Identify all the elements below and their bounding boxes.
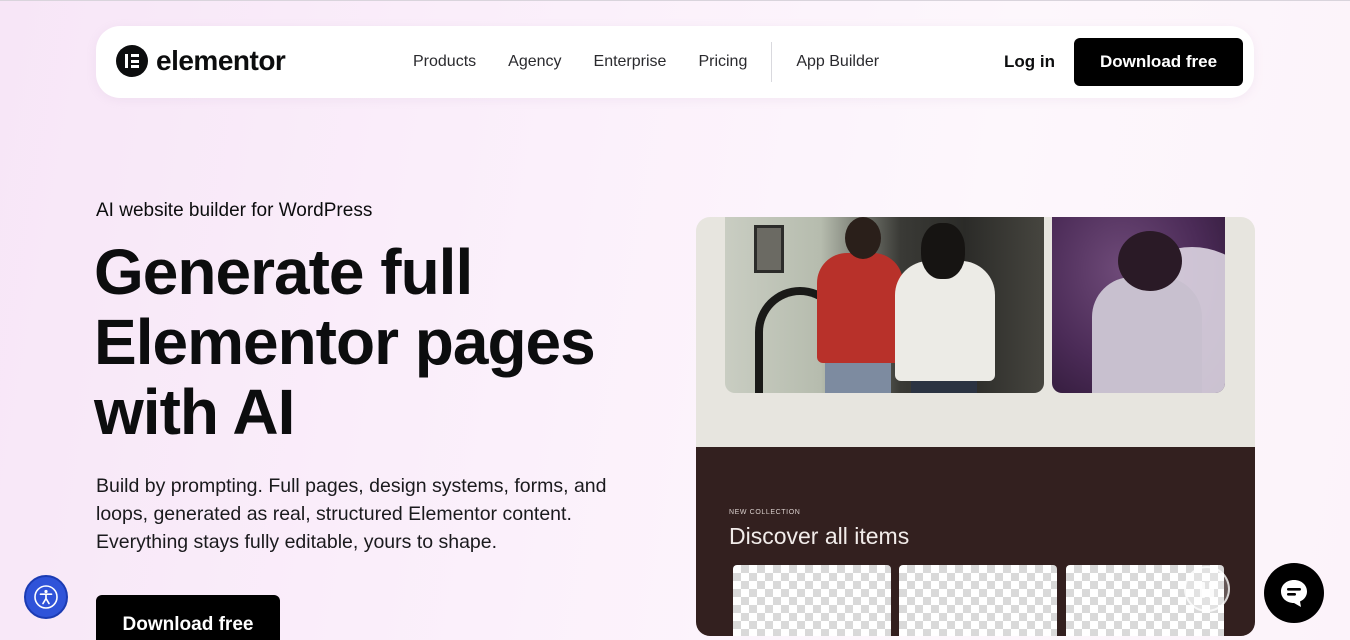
hero-description: Build by prompting. Full pages, design s… [96, 475, 607, 553]
login-link[interactable]: Log in [1004, 52, 1055, 72]
headline-line-3: with AI [94, 376, 295, 448]
nav-link-agency[interactable]: Agency [508, 53, 561, 71]
headline-line-2: Elementor pages [94, 306, 596, 378]
elementor-logo-icon [116, 45, 148, 77]
collection-label: NEW COLLECTION [729, 509, 801, 516]
accessibility-icon[interactable] [24, 575, 68, 619]
elementor-logo[interactable]: elementor [116, 45, 286, 77]
chat-icon[interactable] [1264, 563, 1324, 623]
nav-divider [771, 42, 773, 82]
pause-icon[interactable] [1184, 566, 1230, 612]
logo-wordmark: elementor [156, 45, 286, 76]
nav-link-pricing[interactable]: Pricing [698, 53, 747, 71]
product-photo-portrait [1052, 217, 1225, 393]
nav-links: Products Agency Enterprise Pricing App B… [413, 26, 911, 98]
headline-line-1: Generate full [94, 236, 473, 308]
hero-download-button[interactable]: Download free [96, 595, 280, 640]
hero-eyebrow: AI website builder for WordPress [96, 200, 373, 221]
hero-mockup-preview: NEW COLLECTION Discover all items [696, 217, 1255, 636]
product-photo-escalator [725, 217, 1044, 393]
collection-tile [899, 565, 1057, 636]
collection-title: Discover all items [729, 523, 910, 549]
nav-download-button[interactable]: Download free [1074, 38, 1243, 86]
hero-headline: Generate full Elementor pages with AI [94, 237, 654, 447]
nav-link-enterprise[interactable]: Enterprise [594, 53, 667, 71]
nav-link-products[interactable]: Products [413, 53, 476, 71]
collection-panel: NEW COLLECTION Discover all items [696, 447, 1255, 636]
nav-link-app-builder[interactable]: App Builder [796, 53, 879, 71]
collection-tile [733, 565, 891, 636]
top-navigation: elementor Products Agency Enterprise Pri… [96, 26, 1254, 98]
